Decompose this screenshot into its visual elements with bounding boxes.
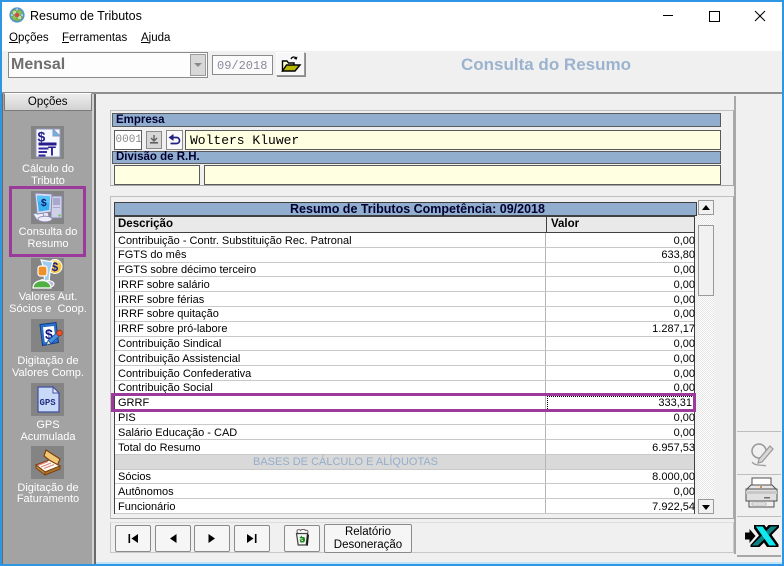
svg-text:$: $	[41, 198, 47, 209]
svg-text:T: T	[48, 144, 56, 159]
svg-text:$: $	[38, 129, 46, 145]
svg-text:GPS: GPS	[40, 398, 57, 408]
